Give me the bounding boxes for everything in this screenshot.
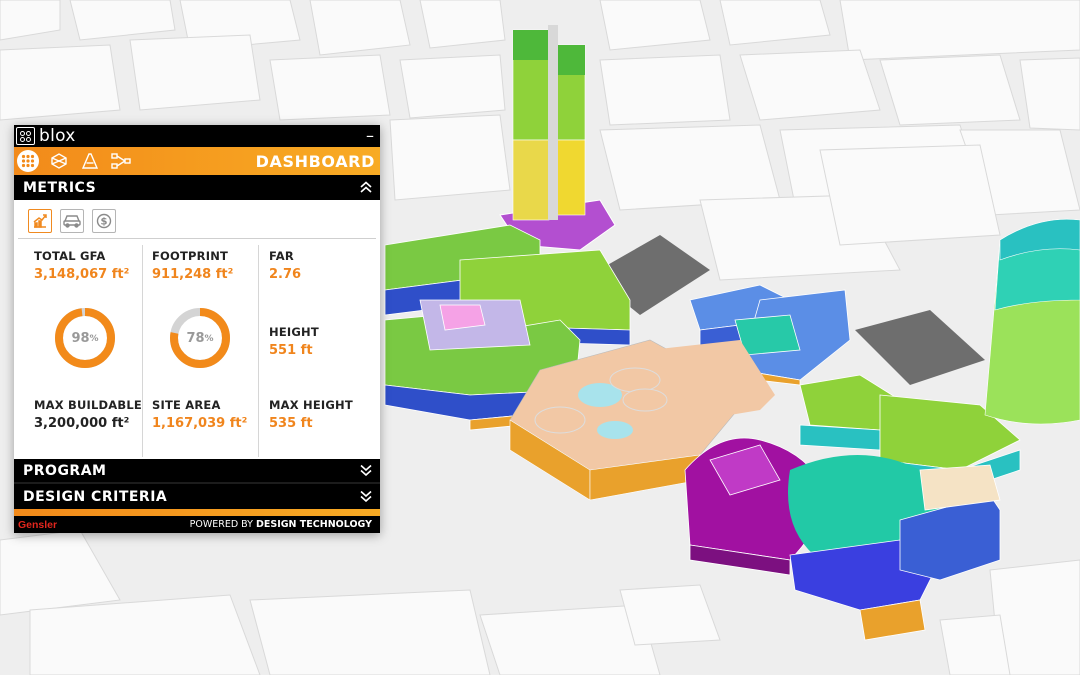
metric-value: 3,148,067 ft² [34, 267, 130, 282]
chevron-double-down-icon[interactable] [360, 487, 372, 506]
metric-total-gfa: TOTAL GFA 3,148,067 ft² [34, 249, 129, 282]
svg-text:$: $ [101, 217, 108, 228]
chevron-double-up-icon[interactable] [360, 178, 372, 197]
network-flow-icon[interactable] [110, 150, 132, 172]
design-criteria-section-header[interactable]: DESIGN CRITERIA [14, 484, 380, 509]
dashboard-grid-icon[interactable] [17, 150, 39, 172]
program-section-header[interactable]: PROGRAM [14, 459, 380, 484]
main-toolbar: DASHBOARD [14, 147, 380, 175]
chevron-double-down-icon[interactable] [360, 461, 372, 480]
metric-max-buildable: MAX BUILDABLE 3,200,000 ft² [34, 398, 142, 431]
car-parking-icon[interactable] [60, 209, 84, 233]
metric-value: 535 ft [269, 416, 313, 431]
metric-value: 1,167,039 ft² [152, 416, 248, 431]
column-divider [142, 245, 143, 457]
zoning-letter-a-icon[interactable] [79, 150, 101, 172]
donut-value: 98 [71, 330, 90, 346]
title-bar: blox – [14, 125, 380, 147]
minimize-button[interactable]: – [366, 128, 374, 144]
donut-label: 98% [52, 305, 118, 371]
panel-footer: Gensler POWERED BY DESIGN TECHNOLOGY [14, 516, 380, 533]
metric-value: 3,200,000 ft² [34, 416, 130, 431]
powered-prefix: POWERED BY [189, 519, 256, 530]
metric-label: FOOTPRINT [152, 249, 229, 263]
blox-logo-icon [16, 127, 35, 145]
design-criteria-label: DESIGN CRITERIA [23, 488, 168, 505]
metric-value: 551 ft [269, 343, 313, 358]
gfa-ratio-donut: 98% [52, 305, 118, 371]
powered-by-text: POWERED BY DESIGN TECHNOLOGY [190, 519, 372, 530]
footer-accent-strip [14, 509, 380, 516]
donut-unit: % [89, 334, 99, 344]
metric-label: MAX BUILDABLE [34, 398, 142, 412]
dollar-cost-icon[interactable]: $ [92, 209, 116, 233]
metric-far: FAR 2.76 [269, 249, 301, 282]
metric-value: 2.76 [269, 267, 302, 282]
metric-label: MAX HEIGHT [269, 398, 353, 412]
tower-2 [984, 218, 1080, 425]
blox-panel: blox – DASHBOARD METRICS $ TOTAL GFA 3,1… [14, 125, 380, 533]
metric-height: HEIGHT 551 ft [269, 325, 319, 358]
column-divider [258, 245, 259, 457]
donut-label: 78% [167, 305, 233, 371]
chart-growth-icon[interactable] [28, 209, 52, 233]
metric-label: FAR [269, 249, 294, 263]
metrics-grid: TOTAL GFA 3,148,067 ft² FOOTPRINT 911,24… [14, 239, 380, 459]
metric-label: HEIGHT [269, 325, 319, 339]
dashboard-title: DASHBOARD [255, 151, 375, 171]
metrics-tabs: $ [14, 200, 380, 233]
site-massing-icon[interactable] [48, 150, 70, 172]
program-label: PROGRAM [23, 462, 107, 479]
metric-max-height: MAX HEIGHT 535 ft [269, 398, 353, 431]
metrics-label: METRICS [23, 179, 97, 196]
metric-site-area: SITE AREA 1,167,039 ft² [152, 398, 247, 431]
metrics-section-header[interactable]: METRICS [14, 175, 380, 200]
metric-footprint: FOOTPRINT 911,248 ft² [152, 249, 233, 282]
donut-unit: % [204, 334, 214, 344]
donut-value: 78 [186, 330, 205, 346]
site-ratio-donut: 78% [167, 305, 233, 371]
metric-label: SITE AREA [152, 398, 221, 412]
gensler-logo: Gensler [18, 518, 58, 531]
metric-value: 911,248 ft² [152, 267, 234, 282]
powered-strong: DESIGN TECHNOLOGY [256, 519, 372, 530]
app-name: blox [39, 126, 76, 146]
metric-label: TOTAL GFA [34, 249, 106, 263]
